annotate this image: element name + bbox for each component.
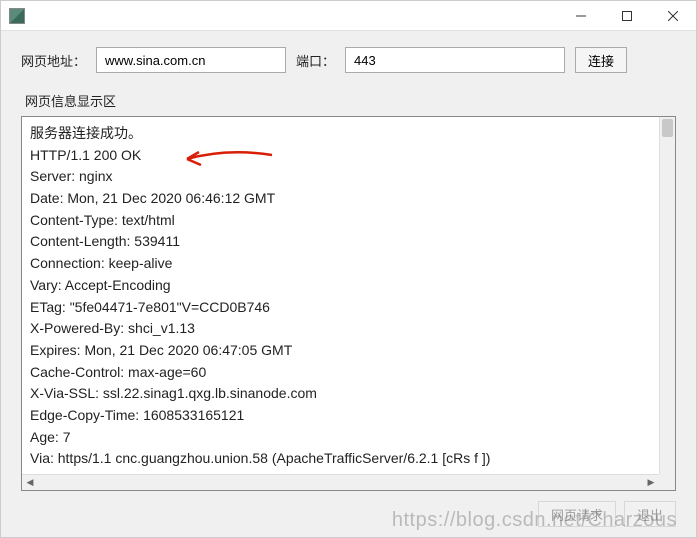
horizontal-scrollbar[interactable]: ◀ ▶	[22, 474, 659, 490]
scroll-left-icon[interactable]: ◀	[22, 475, 38, 491]
vertical-scrollbar[interactable]	[659, 117, 675, 474]
connect-button[interactable]: 连接	[575, 47, 627, 73]
close-button[interactable]	[650, 1, 696, 31]
port-input[interactable]	[345, 47, 565, 73]
url-input[interactable]	[96, 47, 286, 73]
section-label: 网页信息显示区	[25, 91, 676, 110]
titlebar	[1, 1, 696, 31]
scroll-corner	[659, 474, 675, 490]
minimize-button[interactable]	[558, 1, 604, 31]
port-label: 端口：	[296, 51, 335, 70]
request-button[interactable]: 网页请求	[538, 501, 616, 527]
maximize-button[interactable]	[604, 1, 650, 31]
app-icon	[9, 8, 25, 24]
scroll-right-icon[interactable]: ▶	[643, 475, 659, 491]
response-text[interactable]: 服务器连接成功。 HTTP/1.1 200 OK Server: nginx D…	[22, 117, 675, 474]
bottom-row: 网页请求 退出	[21, 491, 676, 527]
output-container: 服务器连接成功。 HTTP/1.1 200 OK Server: nginx D…	[21, 116, 676, 491]
url-label: 网页地址：	[21, 51, 86, 70]
vertical-scrollbar-thumb[interactable]	[662, 119, 673, 137]
content-area: 网页地址： 端口： 连接 网页信息显示区 服务器连接成功。 HTTP/1.1 2…	[1, 31, 696, 537]
exit-button[interactable]: 退出	[624, 501, 676, 527]
form-row: 网页地址： 端口： 连接	[21, 47, 676, 73]
app-window: 网页地址： 端口： 连接 网页信息显示区 服务器连接成功。 HTTP/1.1 2…	[0, 0, 697, 538]
